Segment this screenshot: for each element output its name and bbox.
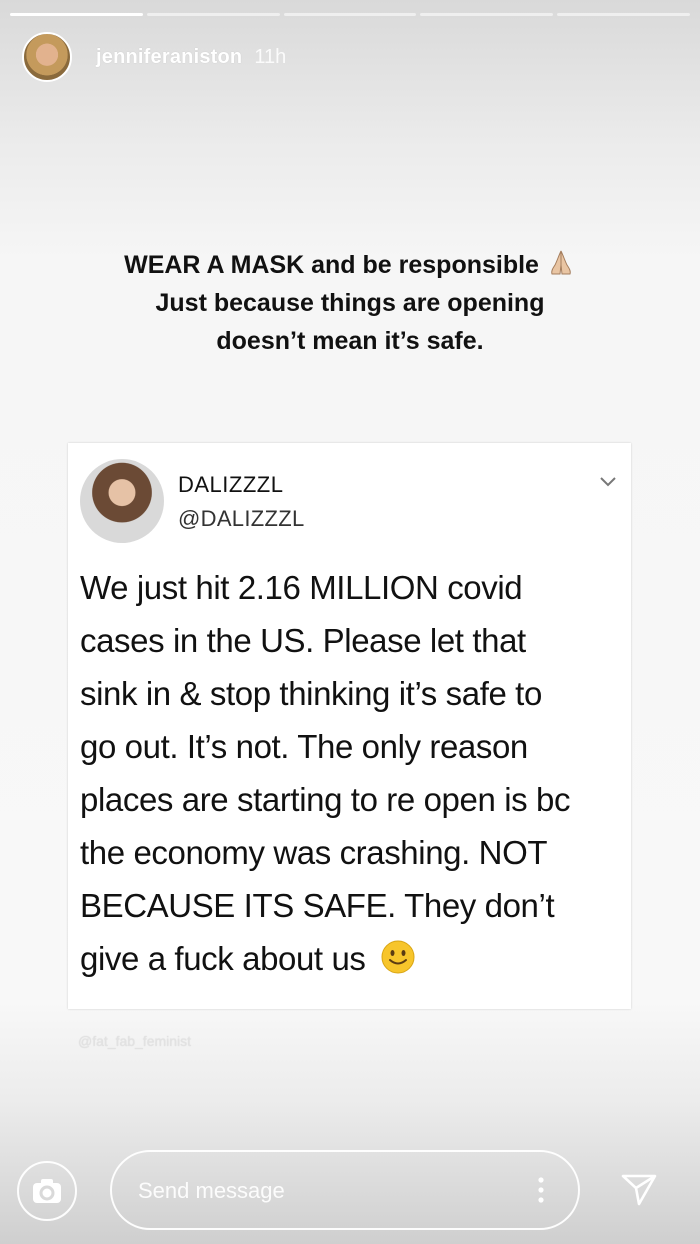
tweet-line: give a fuck about us bbox=[80, 932, 620, 985]
tweet-line: cases in the US. Please let that bbox=[80, 622, 526, 659]
progress-segment bbox=[10, 13, 143, 16]
caption-line: WEAR A MASK and be responsible bbox=[0, 246, 700, 284]
camera-button[interactable] bbox=[17, 1161, 77, 1221]
progress-segment bbox=[146, 13, 280, 16]
camera-icon bbox=[33, 1179, 61, 1203]
send-message-input[interactable] bbox=[136, 1172, 500, 1210]
chevron-down-icon bbox=[600, 477, 616, 487]
more-options-icon[interactable] bbox=[538, 1176, 544, 1204]
tweet-line: sink in & stop thinking it’s safe to bbox=[80, 675, 542, 712]
tweet-line: places are starting to re open is bc bbox=[80, 781, 571, 818]
tweet-author-name: DALIZZZL bbox=[178, 472, 284, 497]
story-timestamp: 11h bbox=[254, 45, 287, 68]
tweet-line: We just hit 2.16 MILLION covid bbox=[80, 569, 523, 606]
tweet-author-avatar bbox=[80, 459, 164, 543]
tweet-card: DALIZZZL @DALIZZZL We just hit 2.16 MILL… bbox=[68, 443, 631, 1009]
tweet-author-handle: @DALIZZZL bbox=[178, 506, 305, 531]
story-user-avatar[interactable] bbox=[22, 32, 72, 82]
message-composer[interactable] bbox=[110, 1150, 580, 1230]
credit-watermark: @fat_fab_feminist bbox=[78, 1033, 192, 1049]
caption-line: doesn’t mean it’s safe. bbox=[216, 327, 484, 355]
progress-segment bbox=[420, 13, 554, 16]
tweet-line: BECAUSE ITS SAFE. They don’t bbox=[80, 887, 555, 924]
tweet-body: We just hit 2.16 MILLION covid cases in … bbox=[80, 561, 620, 985]
story-caption: WEAR A MASK and be responsible Just beca… bbox=[0, 246, 700, 360]
tweet-line-text: give a fuck about us bbox=[80, 940, 366, 977]
caption-line-text: WEAR A MASK and be responsible bbox=[124, 251, 539, 279]
slightly-smiling-face-icon bbox=[381, 940, 415, 974]
progress-segment bbox=[557, 13, 690, 16]
pray-icon bbox=[551, 250, 571, 275]
progress-segment bbox=[283, 13, 417, 16]
caption-line: Just because things are opening bbox=[155, 289, 545, 317]
story-username[interactable]: jenniferaniston bbox=[96, 46, 242, 69]
story-progress-bar bbox=[10, 13, 690, 16]
story-header: jenniferaniston 11h bbox=[22, 32, 286, 82]
send-icon[interactable] bbox=[620, 1170, 658, 1208]
tweet-line: the economy was crashing. NOT bbox=[80, 834, 548, 871]
tweet-line: go out. It’s not. The only reason bbox=[80, 728, 528, 765]
